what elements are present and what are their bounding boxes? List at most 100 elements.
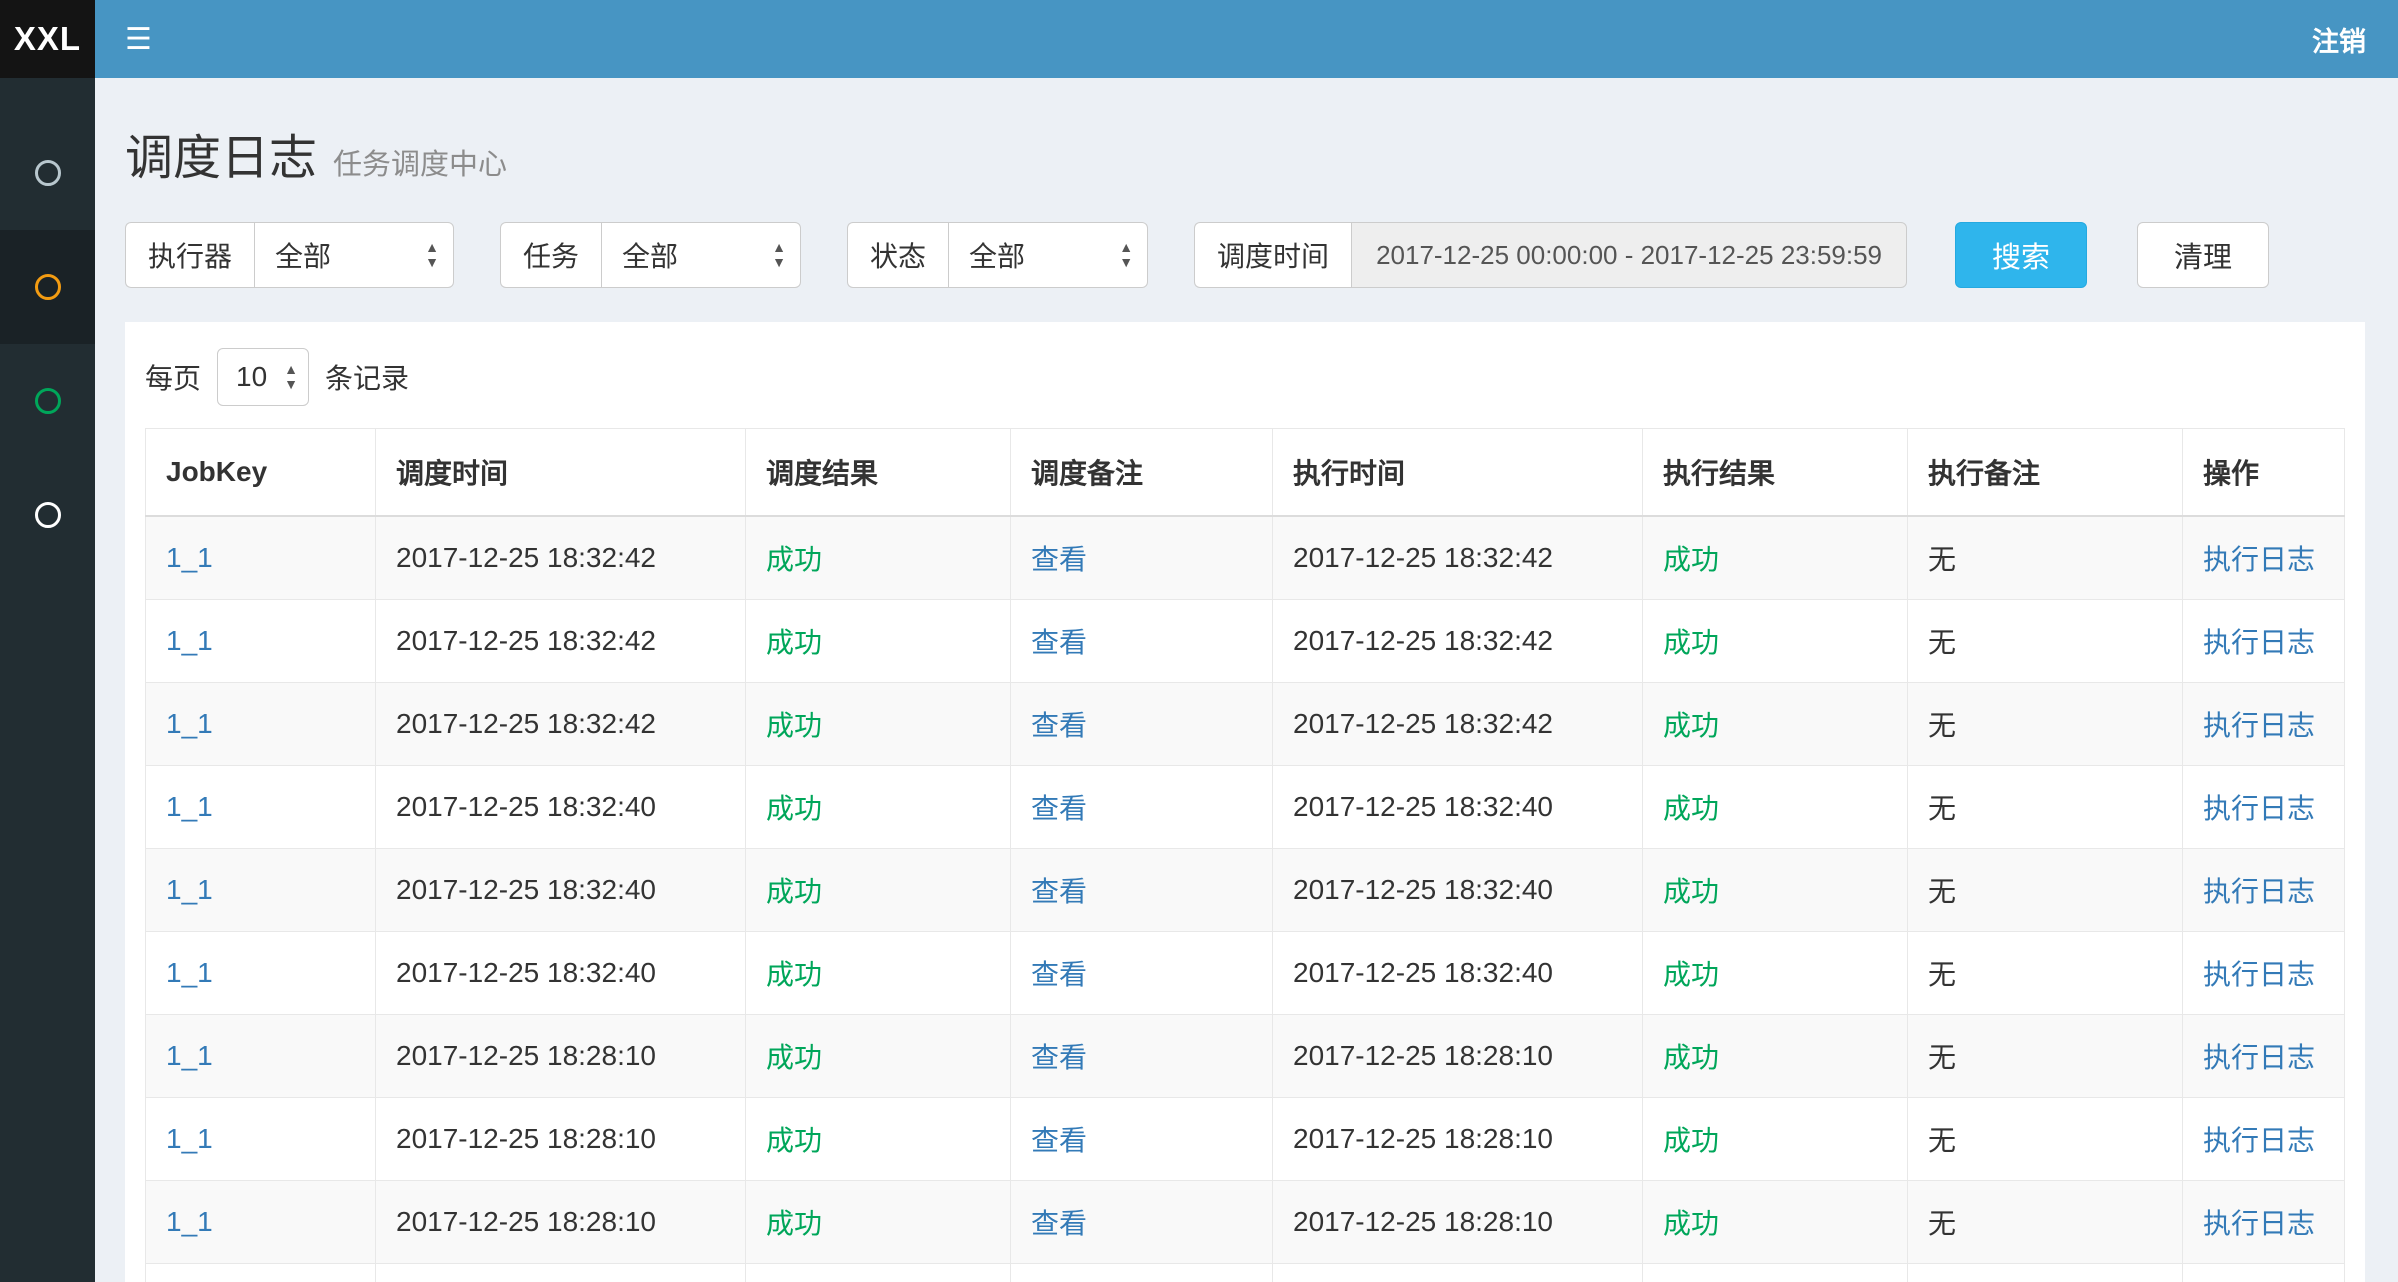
trigger-time-cell: 2017-12-25 18:28:10 [376,1264,746,1282]
table-row: 1_1 2017-12-25 18:32:42 成功 查看 2017-12-25… [146,600,2345,683]
handle-msg-cell: 无 [1908,1098,2183,1181]
job-select-value: 全部 [622,235,678,275]
page-size-control: 每页 10 ▲▼ 条记录 [145,334,2345,428]
execution-log-link[interactable]: 执行日志 [2203,1042,2315,1073]
executor-filter-label: 执行器 [125,222,254,288]
table-row: 1_1 2017-12-25 18:28:10 成功 查看 2017-12-25… [146,1264,2345,1282]
navbar-main: ☰ 注销 [95,0,2398,78]
trigger-msg-link[interactable]: 查看 [1031,1208,1087,1239]
job-key-link[interactable]: 1_1 [166,791,213,822]
sidebar-item-1[interactable] [0,116,95,230]
handle-msg-cell: 无 [1908,1264,2183,1282]
execution-log-link[interactable]: 执行日志 [2203,710,2315,741]
job-filter: 任务 全部 ▲▼ [500,222,801,288]
menu-toggle-icon[interactable]: ☰ [95,0,182,78]
status-select[interactable]: 全部 ▲▼ [948,222,1148,288]
sidebar-item-4[interactable] [0,458,95,572]
handle-msg-cell: 无 [1908,600,2183,683]
main-content: 调度日志 任务调度中心 执行器 全部 ▲▼ 任务 全部 ▲▼ 状态 全部 ▲▼ [95,0,2398,1282]
trigger-result-cell: 成功 [746,1098,1011,1181]
trigger-result-cell: 成功 [746,1181,1011,1264]
executor-select-value: 全部 [275,235,331,275]
page-header: 调度日志 任务调度中心 [125,118,2365,188]
trigger-msg-link[interactable]: 查看 [1031,876,1087,907]
executor-select[interactable]: 全部 ▲▼ [254,222,454,288]
handle-result-cell: 成功 [1643,1181,1908,1264]
execution-log-link[interactable]: 执行日志 [2203,1208,2315,1239]
circle-icon [35,274,61,300]
trigger-time-range-input[interactable]: 2017-12-25 00:00:00 - 2017-12-25 23:59:5… [1351,222,1907,288]
execution-log-link[interactable]: 执行日志 [2203,627,2315,658]
table-row: 1_1 2017-12-25 18:32:42 成功 查看 2017-12-25… [146,683,2345,766]
handle-time-cell: 2017-12-25 18:28:10 [1273,1098,1643,1181]
trigger-time-cell: 2017-12-25 18:28:10 [376,1098,746,1181]
table-header-row: JobKey 调度时间 调度结果 调度备注 执行时间 执行结果 执行备注 操作 [146,429,2345,517]
app-logo[interactable]: XXL [0,0,95,78]
handle-result-cell: 成功 [1643,1015,1908,1098]
handle-time-cell: 2017-12-25 18:32:42 [1273,516,1643,600]
trigger-result-cell: 成功 [746,1015,1011,1098]
trigger-msg-link[interactable]: 查看 [1031,1125,1087,1156]
sidebar-item-2[interactable] [0,230,95,344]
trigger-msg-link[interactable]: 查看 [1031,959,1087,990]
table-row: 1_1 2017-12-25 18:32:42 成功 查看 2017-12-25… [146,516,2345,600]
clean-button[interactable]: 清理 [2137,222,2269,288]
handle-time-cell: 2017-12-25 18:32:42 [1273,683,1643,766]
execution-log-link[interactable]: 执行日志 [2203,876,2315,907]
column-header-handle-time: 执行时间 [1273,429,1643,517]
handle-time-cell: 2017-12-25 18:32:40 [1273,849,1643,932]
handle-time-cell: 2017-12-25 18:32:40 [1273,932,1643,1015]
trigger-msg-link[interactable]: 查看 [1031,1042,1087,1073]
column-header-jobkey: JobKey [146,429,376,517]
trigger-time-cell: 2017-12-25 18:28:10 [376,1181,746,1264]
search-button[interactable]: 搜索 [1955,222,2087,288]
job-key-link[interactable]: 1_1 [166,874,213,905]
trigger-time-cell: 2017-12-25 18:32:40 [376,766,746,849]
execution-log-link[interactable]: 执行日志 [2203,544,2315,575]
job-key-link[interactable]: 1_1 [166,708,213,739]
job-key-link[interactable]: 1_1 [166,957,213,988]
job-select[interactable]: 全部 ▲▼ [601,222,801,288]
job-key-link[interactable]: 1_1 [166,1040,213,1071]
sidebar-item-3[interactable] [0,344,95,458]
status-select-value: 全部 [969,235,1025,275]
trigger-msg-link[interactable]: 查看 [1031,544,1087,575]
trigger-time-cell: 2017-12-25 18:28:10 [376,1015,746,1098]
sidebar-nav [0,78,95,1282]
trigger-msg-link[interactable]: 查看 [1031,627,1087,658]
trigger-result-cell: 成功 [746,766,1011,849]
column-header-trigger-msg: 调度备注 [1011,429,1273,517]
select-arrows-icon: ▲▼ [425,240,439,270]
job-filter-label: 任务 [500,222,601,288]
trigger-msg-link[interactable]: 查看 [1031,710,1087,741]
trigger-result-cell: 成功 [746,932,1011,1015]
page-size-select[interactable]: 10 ▲▼ [217,348,309,406]
page-size-prefix: 每页 [145,357,201,397]
execution-log-link[interactable]: 执行日志 [2203,1125,2315,1156]
table-row: 1_1 2017-12-25 18:32:40 成功 查看 2017-12-25… [146,932,2345,1015]
trigger-result-cell: 成功 [746,1264,1011,1282]
handle-result-cell: 成功 [1643,932,1908,1015]
handle-msg-cell: 无 [1908,683,2183,766]
executor-filter: 执行器 全部 ▲▼ [125,222,454,288]
execution-log-link[interactable]: 执行日志 [2203,793,2315,824]
job-key-link[interactable]: 1_1 [166,625,213,656]
select-arrows-icon: ▲▼ [284,362,298,392]
job-key-link[interactable]: 1_1 [166,542,213,573]
table-row: 1_1 2017-12-25 18:28:10 成功 查看 2017-12-25… [146,1015,2345,1098]
column-header-trigger-time: 调度时间 [376,429,746,517]
select-arrows-icon: ▲▼ [772,240,786,270]
job-key-link[interactable]: 1_1 [166,1123,213,1154]
trigger-result-cell: 成功 [746,600,1011,683]
page-size-suffix: 条记录 [325,357,409,397]
handle-time-cell: 2017-12-25 18:28:10 [1273,1181,1643,1264]
column-header-handle-msg: 执行备注 [1908,429,2183,517]
column-header-action: 操作 [2183,429,2345,517]
handle-msg-cell: 无 [1908,849,2183,932]
trigger-result-cell: 成功 [746,849,1011,932]
trigger-msg-link[interactable]: 查看 [1031,793,1087,824]
logout-link[interactable]: 注销 [2280,0,2398,78]
execution-log-link[interactable]: 执行日志 [2203,959,2315,990]
job-key-link[interactable]: 1_1 [166,1206,213,1237]
handle-time-cell: 2017-12-25 18:28:10 [1273,1264,1643,1282]
